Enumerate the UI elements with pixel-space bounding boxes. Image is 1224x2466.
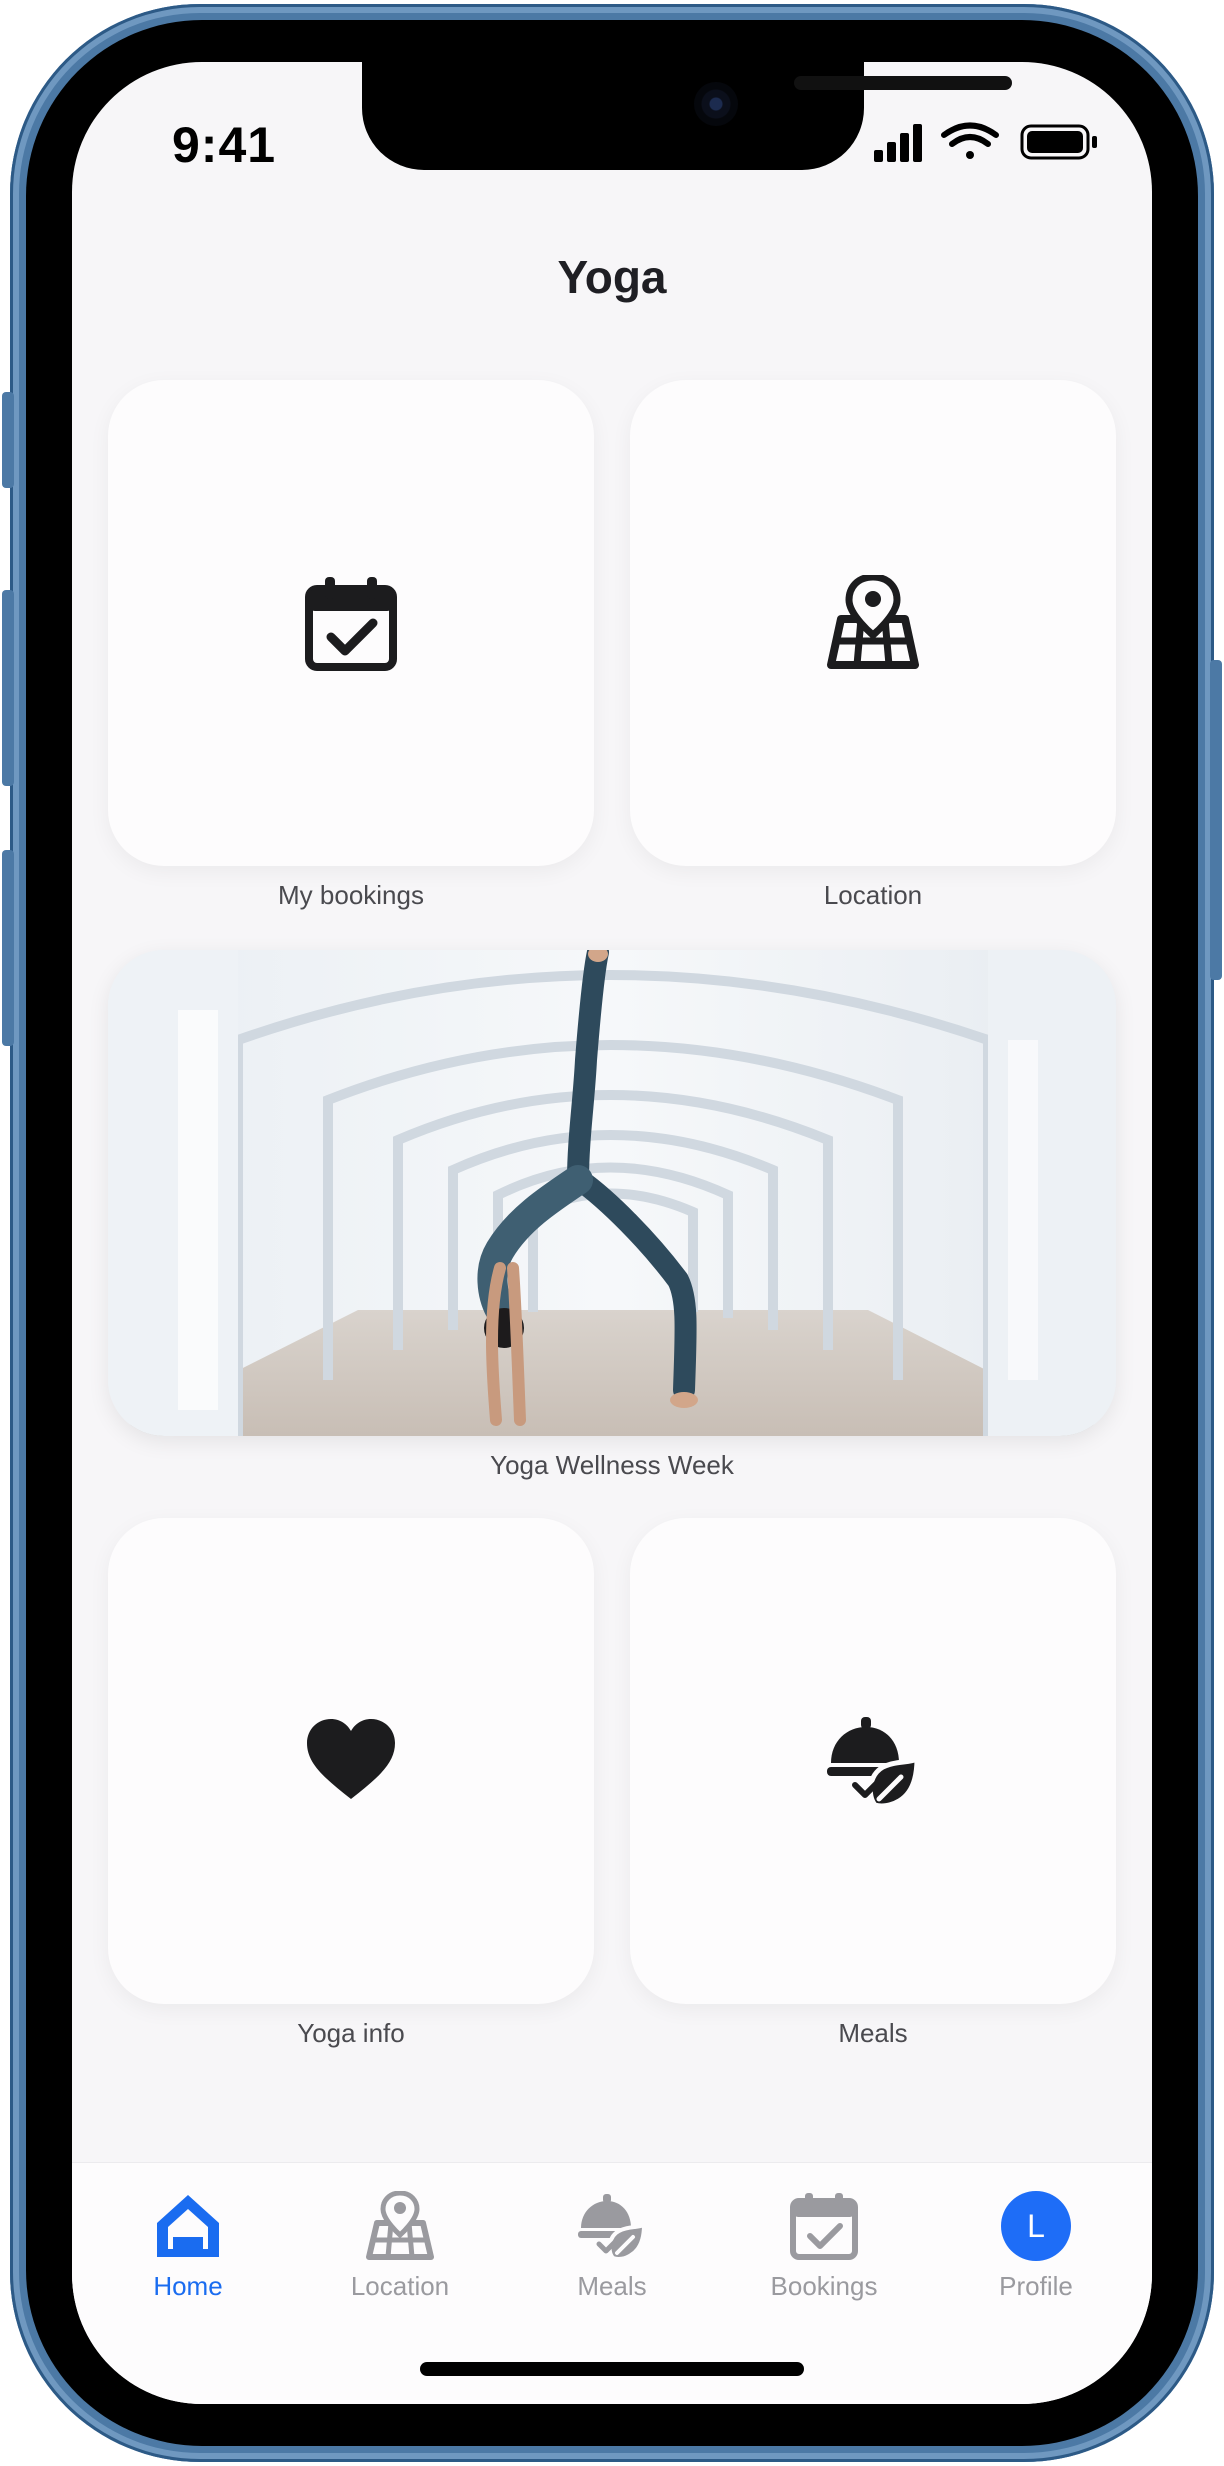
banner-label: Yoga Wellness Week <box>490 1450 734 1480</box>
yoga-info-card[interactable] <box>108 1518 594 2004</box>
meal-cloche-leaf-icon <box>578 2194 647 2261</box>
battery-icon <box>1020 124 1097 160</box>
calendar-check-icon <box>790 2193 858 2260</box>
my-bookings-label: My bookings <box>278 880 424 910</box>
silent-switch <box>2 392 14 488</box>
screen: 9:41 Yoga My bookings Location Yoga Well… <box>72 62 1152 2404</box>
meal-cloche-leaf-icon <box>827 1717 920 1809</box>
avatar-letter: L <box>1027 2207 1045 2244</box>
tab-location[interactable]: Location <box>300 2191 500 2321</box>
tab-meals-label: Meals <box>577 2271 647 2301</box>
heart-icon <box>307 1719 395 1799</box>
tab-bookings[interactable]: Bookings <box>724 2191 924 2321</box>
tab-profile[interactable]: L Profile <box>936 2191 1136 2321</box>
camera-icon <box>694 82 738 126</box>
tab-location-label: Location <box>350 2271 450 2301</box>
tab-meals[interactable]: Meals <box>512 2191 712 2321</box>
tab-home[interactable]: Home <box>88 2191 288 2321</box>
status-icons <box>874 122 1097 162</box>
speaker-grille <box>794 76 1012 90</box>
location-label: Location <box>823 880 923 910</box>
tab-home-label: Home <box>153 2271 223 2301</box>
status-time: 9:41 <box>172 117 277 173</box>
tab-profile-label: Profile <box>999 2271 1073 2301</box>
signal-icon <box>874 124 922 162</box>
avatar: L <box>1001 2191 1071 2261</box>
volume-up-button <box>2 590 14 786</box>
map-pin-icon <box>827 575 919 669</box>
volume-down-button <box>2 850 14 1046</box>
home-icon <box>157 2195 219 2257</box>
meals-card[interactable] <box>630 1518 1116 2004</box>
meals-label: Meals <box>838 2018 908 2048</box>
home-indicator[interactable] <box>420 2362 804 2376</box>
power-button <box>1210 660 1222 980</box>
calendar-check-icon <box>305 577 397 671</box>
map-pin-icon <box>366 2191 434 2260</box>
tab-bookings-label: Bookings <box>770 2271 878 2301</box>
my-bookings-card[interactable] <box>108 380 594 866</box>
page-title: Yoga <box>557 251 667 303</box>
wifi-icon <box>941 122 999 159</box>
yoga-wellness-week-banner[interactable] <box>108 950 1116 1436</box>
notch <box>362 62 1012 170</box>
yoga-info-label: Yoga info <box>297 2018 405 2048</box>
location-card[interactable] <box>630 380 1116 866</box>
yoga-pose-photo <box>108 950 1116 1436</box>
